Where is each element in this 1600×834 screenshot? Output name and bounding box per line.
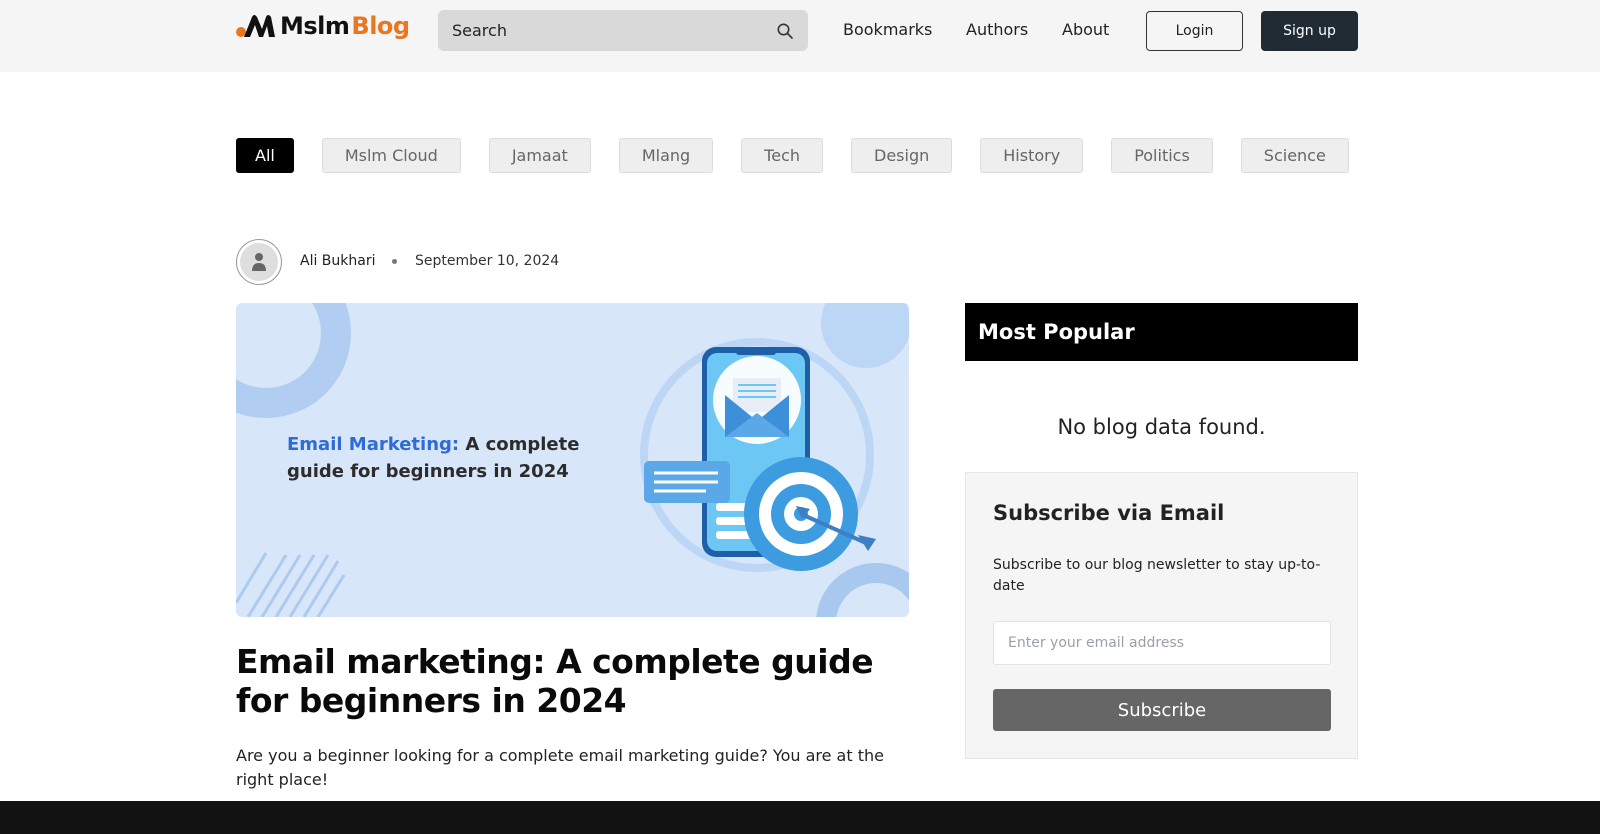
most-popular-heading: Most Popular [965,303,1358,361]
nav-link-about[interactable]: About [1062,20,1109,39]
site-logo[interactable]: Mslm Blog [236,10,410,42]
hero-caption: Email Marketing: A complete guide for be… [287,431,587,485]
login-button[interactable]: Login [1146,11,1243,51]
author-name[interactable]: Ali Bukhari [300,253,376,269]
category-jamaat[interactable]: Jamaat [488,138,591,173]
nav-link-authors[interactable]: Authors [966,20,1028,39]
mslm-logo-icon [236,15,275,37]
logo-text-accent: Blog [351,12,410,40]
subscribe-panel: Subscribe via Email Subscribe to our blo… [965,472,1358,759]
category-mlang[interactable]: Mlang [618,138,714,173]
site-header: Mslm Blog Bookmarks Authors About Login … [0,0,1600,72]
category-design[interactable]: Design [851,138,953,173]
post-title[interactable]: Email marketing: A complete guide for be… [236,642,916,720]
search-bar [438,10,808,51]
subscribe-title: Subscribe via Email [993,501,1225,525]
logo-text: Mslm [280,12,350,40]
meta-separator [392,259,397,264]
category-all[interactable]: All [236,138,294,173]
subscribe-description: Subscribe to our blog newsletter to stay… [993,557,1321,594]
email-field[interactable] [993,621,1331,665]
search-icon[interactable] [776,22,794,40]
nav-link-bookmarks[interactable]: Bookmarks [843,20,932,39]
user-icon [252,253,266,271]
subscribe-button[interactable]: Subscribe [993,689,1331,731]
footer-bar [0,801,1600,834]
avatar-circle [240,243,278,281]
author-avatar[interactable] [236,239,282,285]
post-hero-image[interactable]: Email Marketing: A complete guide for be… [236,303,909,617]
post-excerpt: Are you a beginner looking for a complet… [236,746,884,789]
category-mslm-cloud[interactable]: Mslm Cloud [321,138,461,173]
search-input[interactable] [452,21,776,40]
category-tech[interactable]: Tech [741,138,824,173]
signup-button[interactable]: Sign up [1261,11,1358,51]
category-science[interactable]: Science [1240,138,1349,173]
no-data-message: No blog data found. [1057,415,1266,439]
post-date: September 10, 2024 [415,253,560,269]
hero-caption-highlight: Email Marketing: [287,434,460,455]
category-history[interactable]: History [980,138,1084,173]
category-politics[interactable]: Politics [1111,138,1213,173]
category-filter-bar: All Mslm Cloud Jamaat Mlang Tech Design … [236,138,1349,173]
